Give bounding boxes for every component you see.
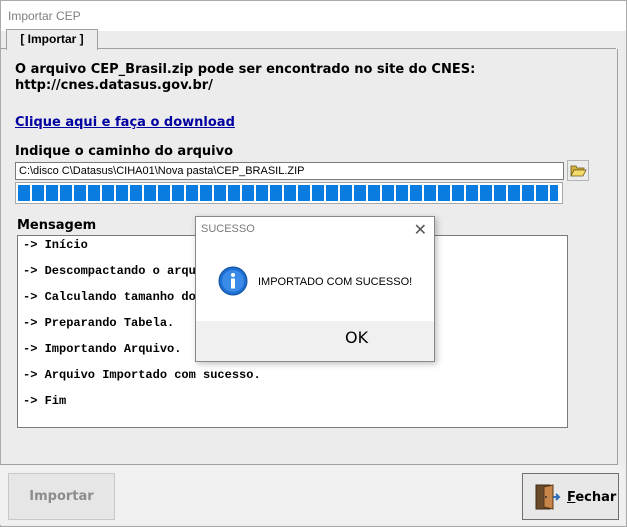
browse-folder-button[interactable]	[567, 160, 589, 181]
tab-importar[interactable]: [ Importar ]	[6, 29, 98, 50]
path-input[interactable]	[15, 162, 564, 180]
door-exit-icon	[535, 484, 561, 510]
download-link[interactable]: Clique aqui e faça o download	[15, 115, 235, 130]
success-dialog: SUCESSO ✕ IMPORTADO COM SUCESSO!	[195, 216, 435, 362]
ok-button[interactable]: OK	[345, 328, 368, 347]
message-line: -> Arquivo Importado com sucesso.	[23, 368, 261, 382]
dialog-footer	[196, 321, 434, 361]
message-line: -> Início	[23, 238, 88, 252]
message-line: -> Preparando Tabela.	[23, 316, 175, 330]
progress-bar	[15, 182, 563, 204]
folder-open-icon	[570, 165, 587, 177]
title-bar: Importar CEP	[1, 1, 626, 31]
info-line-2: http://cnes.datasus.gov.br/	[15, 78, 213, 93]
dialog-message: IMPORTADO COM SUCESSO!	[258, 276, 413, 288]
window-title: Importar CEP	[8, 9, 81, 23]
info-icon	[218, 266, 248, 296]
path-label: Indique o caminho do arquivo	[15, 144, 234, 159]
progress-fill	[18, 185, 558, 201]
close-button[interactable]: Fechar	[522, 473, 619, 520]
info-text: O arquivo CEP_Brasil.zip pode ser encont…	[15, 62, 475, 94]
info-line-1: O arquivo CEP_Brasil.zip pode ser encont…	[15, 62, 476, 77]
messages-label: Mensagem	[17, 218, 97, 233]
message-line: -> Descompactando o arquivo	[23, 264, 218, 278]
close-icon[interactable]: ✕	[414, 220, 427, 239]
message-line: -> Fim	[23, 394, 67, 408]
message-line: -> Importando Arquivo.	[23, 342, 182, 356]
dialog-title: SUCESSO	[201, 223, 255, 235]
import-button[interactable]: Importar	[8, 473, 115, 520]
close-button-label: Fechar	[567, 490, 617, 505]
